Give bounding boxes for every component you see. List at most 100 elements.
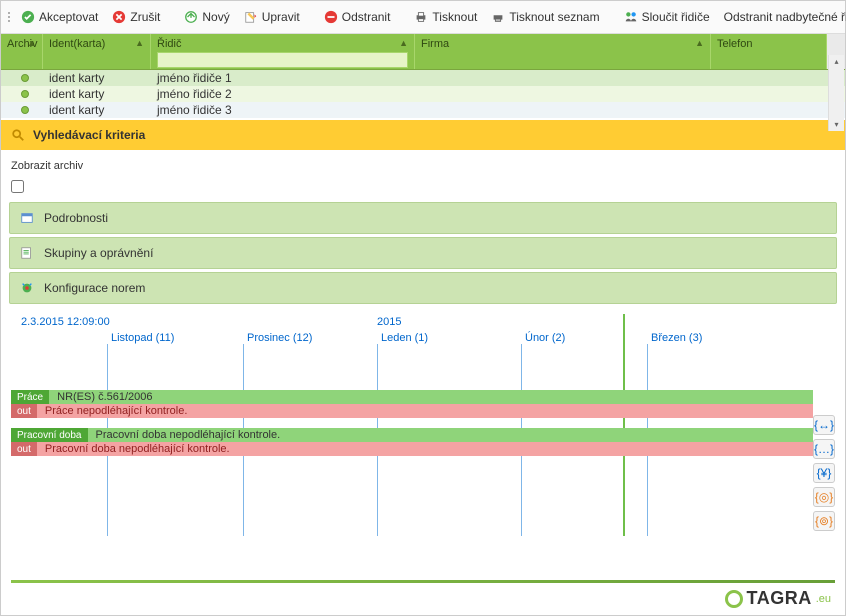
cancel-icon bbox=[112, 10, 126, 24]
cell-driver: jméno řidiče 1 bbox=[157, 71, 232, 85]
band-text: Pracovní doba nepodléhající kontrole. bbox=[37, 443, 230, 455]
col-company[interactable]: Firma▲ bbox=[415, 34, 711, 69]
sort-icon: ▲ bbox=[135, 38, 144, 48]
band-tag: out bbox=[11, 404, 37, 418]
driver-filter-input[interactable] bbox=[157, 52, 408, 68]
magnifier-icon bbox=[11, 128, 25, 142]
col-archive[interactable]: Archiv▲ bbox=[1, 34, 43, 69]
brand-name: TAGRA bbox=[747, 588, 812, 609]
table-row[interactable]: ident karty jméno řidiče 2 bbox=[1, 86, 845, 102]
band-work: Práce NR(ES) č.561/2006 bbox=[11, 390, 813, 404]
archive-label: Zobrazit archiv bbox=[11, 160, 83, 172]
print-icon bbox=[414, 10, 428, 24]
cell-ident: ident karty bbox=[49, 71, 157, 85]
check-icon bbox=[21, 10, 35, 24]
section-label: Skupiny a oprávnění bbox=[44, 246, 153, 260]
table-row[interactable]: ident karty jméno řidiče 3 bbox=[1, 102, 845, 118]
section-label: Konfigurace norem bbox=[44, 281, 145, 295]
status-dot-icon bbox=[21, 106, 29, 114]
accept-label: Akceptovat bbox=[39, 10, 98, 24]
merge-button[interactable]: Sloučit řidiče bbox=[618, 7, 716, 27]
merge-icon bbox=[624, 10, 638, 24]
tool-btn-4[interactable]: {◎} bbox=[813, 487, 835, 507]
print-list-button[interactable]: Tisknout seznam bbox=[485, 7, 605, 27]
scroll-down-icon: ▾ bbox=[834, 120, 838, 129]
timeline: 2.3.2015 12:09:00 2015 Listopad (11) Pro… bbox=[11, 314, 835, 514]
band-tag: out bbox=[11, 442, 37, 456]
band-tag: Pracovní doba bbox=[11, 428, 88, 442]
cancel-label: Zrušit bbox=[130, 10, 160, 24]
toolbar-grip-icon bbox=[5, 12, 13, 22]
timeline-year: 2015 bbox=[377, 316, 401, 328]
section-details[interactable]: Podrobnosti bbox=[9, 202, 837, 234]
tool-btn-5[interactable]: {⊚} bbox=[813, 511, 835, 531]
month-label: Prosinec (12) bbox=[247, 332, 312, 344]
edit-icon bbox=[244, 10, 258, 24]
tool-btn-1[interactable]: {↔} bbox=[813, 415, 835, 435]
cancel-button[interactable]: Zrušit bbox=[106, 7, 166, 27]
status-dot-icon bbox=[21, 74, 29, 82]
month-label: Listopad (11) bbox=[111, 332, 174, 344]
remove-extra-button[interactable]: Odstranit nadbytečné řidiče bbox=[718, 7, 846, 27]
delete-label: Odstranit bbox=[342, 10, 391, 24]
section-label: Podrobnosti bbox=[44, 211, 108, 225]
new-button[interactable]: Nový bbox=[178, 7, 235, 27]
grid-scrollbar[interactable]: ▴▾ bbox=[828, 55, 844, 131]
table-row[interactable]: ident karty jméno řidiče 1 bbox=[1, 70, 845, 86]
grid-body: ident karty jméno řidiče 1 ident karty j… bbox=[1, 70, 845, 118]
month-label: Březen (3) bbox=[651, 332, 702, 344]
band-text: Pracovní doba nepodléhající kontrole. bbox=[88, 429, 281, 441]
band-out2: out Pracovní doba nepodléhající kontrole… bbox=[11, 442, 813, 456]
tool-btn-3[interactable]: {¥} bbox=[813, 463, 835, 483]
scroll-up-icon: ▴ bbox=[834, 57, 838, 66]
timeline-months: Listopad (11) Prosinec (12) Leden (1) Ún… bbox=[11, 332, 835, 512]
cell-driver: jméno řidiče 3 bbox=[157, 103, 232, 117]
month-label: Leden (1) bbox=[381, 332, 428, 344]
main-toolbar: Akceptovat Zrušit Nový Upravit Odstranit… bbox=[1, 1, 845, 34]
section-groups[interactable]: Skupiny a oprávnění bbox=[9, 237, 837, 269]
band-tag: Práce bbox=[11, 390, 49, 404]
new-icon bbox=[184, 10, 198, 24]
footer-brand: TAGRA .eu bbox=[725, 588, 831, 609]
delete-icon bbox=[324, 10, 338, 24]
merge-label: Sloučit řidiče bbox=[642, 10, 710, 24]
print-button[interactable]: Tisknout bbox=[408, 7, 483, 27]
month-label: Únor (2) bbox=[525, 332, 565, 344]
tool-btn-2[interactable]: {…} bbox=[813, 439, 835, 459]
grid-header: Archiv▲ Ident(karta)▲ Řidič▲ Firma▲ Tele… bbox=[1, 34, 845, 70]
col-phone[interactable]: Telefon bbox=[711, 34, 827, 69]
edit-label: Upravit bbox=[262, 10, 300, 24]
remove-extra-label: Odstranit nadbytečné řidiče bbox=[724, 10, 846, 24]
details-icon bbox=[20, 211, 34, 225]
accept-button[interactable]: Akceptovat bbox=[15, 7, 104, 27]
brand-suffix: .eu bbox=[816, 593, 831, 605]
cell-driver: jméno řidiče 2 bbox=[157, 87, 232, 101]
edit-button[interactable]: Upravit bbox=[238, 7, 306, 27]
band-text: NR(ES) č.561/2006 bbox=[49, 391, 152, 403]
col-ident[interactable]: Ident(karta)▲ bbox=[43, 34, 151, 69]
delete-button[interactable]: Odstranit bbox=[318, 7, 397, 27]
now-line bbox=[623, 314, 625, 536]
status-dot-icon bbox=[21, 90, 29, 98]
new-label: Nový bbox=[202, 10, 229, 24]
search-criteria-bar[interactable]: Vyhledávací kriteria bbox=[1, 120, 845, 150]
band-out1: out Práce nepodléhající kontrole. bbox=[11, 404, 813, 418]
timeline-tool-buttons: {↔} {…} {¥} {◎} {⊚} bbox=[813, 415, 835, 531]
footer-divider bbox=[11, 580, 835, 583]
cell-ident: ident karty bbox=[49, 87, 157, 101]
sort-icon: ▲ bbox=[27, 38, 36, 48]
brand-logo-icon bbox=[725, 590, 743, 608]
print-list-icon bbox=[491, 10, 505, 24]
archive-checkbox[interactable] bbox=[11, 180, 24, 193]
section-norms[interactable]: Konfigurace norem bbox=[9, 272, 837, 304]
timeline-timestamp: 2.3.2015 12:09:00 bbox=[21, 316, 110, 328]
print-label: Tisknout bbox=[432, 10, 477, 24]
band-worktime: Pracovní doba Pracovní doba nepodléhajíc… bbox=[11, 428, 813, 442]
print-list-label: Tisknout seznam bbox=[509, 10, 599, 24]
col-driver[interactable]: Řidič▲ bbox=[151, 34, 415, 69]
sort-icon: ▲ bbox=[695, 38, 704, 48]
search-label: Vyhledávací kriteria bbox=[33, 128, 145, 142]
norms-icon bbox=[20, 281, 34, 295]
band-text: Práce nepodléhající kontrole. bbox=[37, 405, 187, 417]
sort-icon: ▲ bbox=[399, 38, 408, 48]
